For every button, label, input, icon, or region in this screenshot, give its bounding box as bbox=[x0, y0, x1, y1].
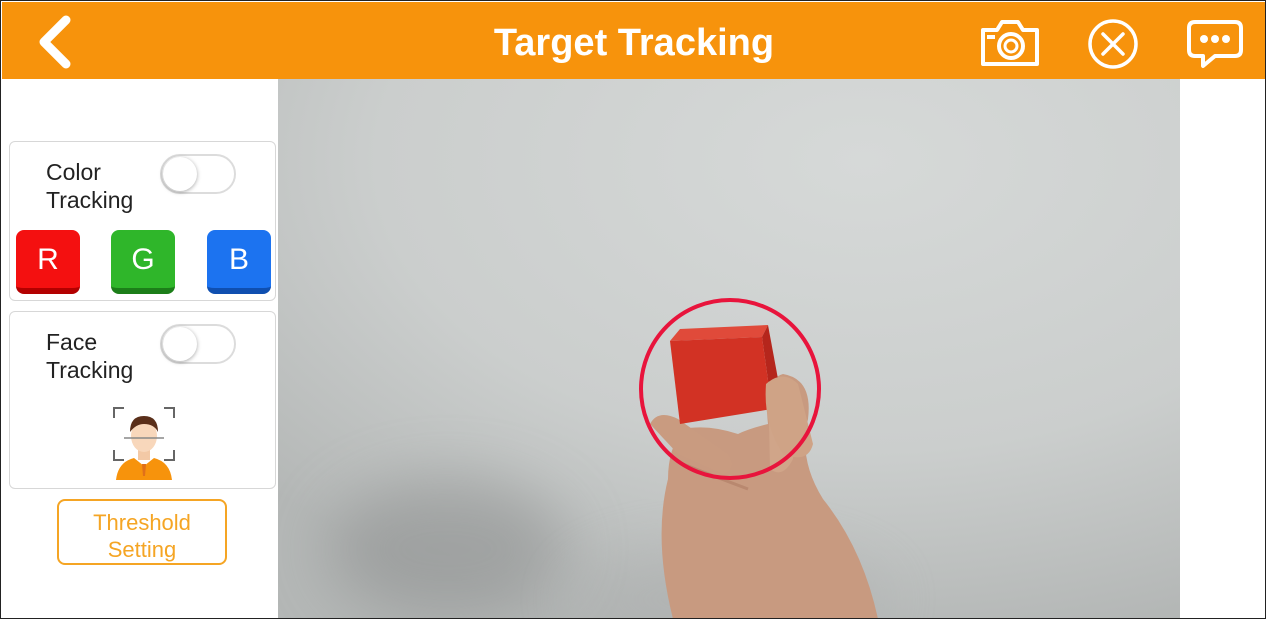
control-panel: Color Tracking R G B Face Tracking Thres… bbox=[2, 79, 278, 618]
chevron-left-icon bbox=[39, 15, 71, 69]
color-tracking-toggle[interactable] bbox=[160, 154, 236, 194]
back-button[interactable] bbox=[32, 12, 82, 72]
face-tracking-label: Face Tracking bbox=[46, 329, 134, 383]
camera-feed bbox=[278, 79, 1180, 618]
close-circle-icon bbox=[1088, 19, 1138, 69]
color-tracking-label: Color Tracking bbox=[46, 159, 134, 213]
message-button[interactable] bbox=[1185, 16, 1245, 72]
face-scan-icon bbox=[113, 407, 175, 480]
face-tracking-toggle[interactable] bbox=[160, 324, 236, 364]
face-tracking-card: Face Tracking bbox=[9, 311, 276, 489]
page-title: Target Tracking bbox=[493, 22, 775, 64]
camera-image bbox=[278, 79, 1180, 618]
toggle-knob bbox=[163, 157, 197, 191]
color-tracking-card: Color Tracking R G B bbox=[9, 141, 276, 301]
close-button[interactable] bbox=[1085, 16, 1141, 72]
top-bar: Target Tracking bbox=[2, 2, 1265, 79]
app-window: Target Tracking Color Tracking R G B Fac… bbox=[0, 0, 1266, 619]
threshold-setting-button[interactable]: Threshold Setting bbox=[57, 499, 227, 565]
blue-color-button[interactable]: B bbox=[207, 230, 271, 294]
red-color-button[interactable]: R bbox=[16, 230, 80, 294]
green-color-button[interactable]: G bbox=[111, 230, 175, 294]
right-margin bbox=[1180, 79, 1265, 618]
camera-icon bbox=[981, 20, 1039, 66]
chat-bubble-icon bbox=[1187, 20, 1243, 68]
snapshot-button[interactable] bbox=[977, 14, 1043, 70]
toggle-knob bbox=[163, 327, 197, 361]
